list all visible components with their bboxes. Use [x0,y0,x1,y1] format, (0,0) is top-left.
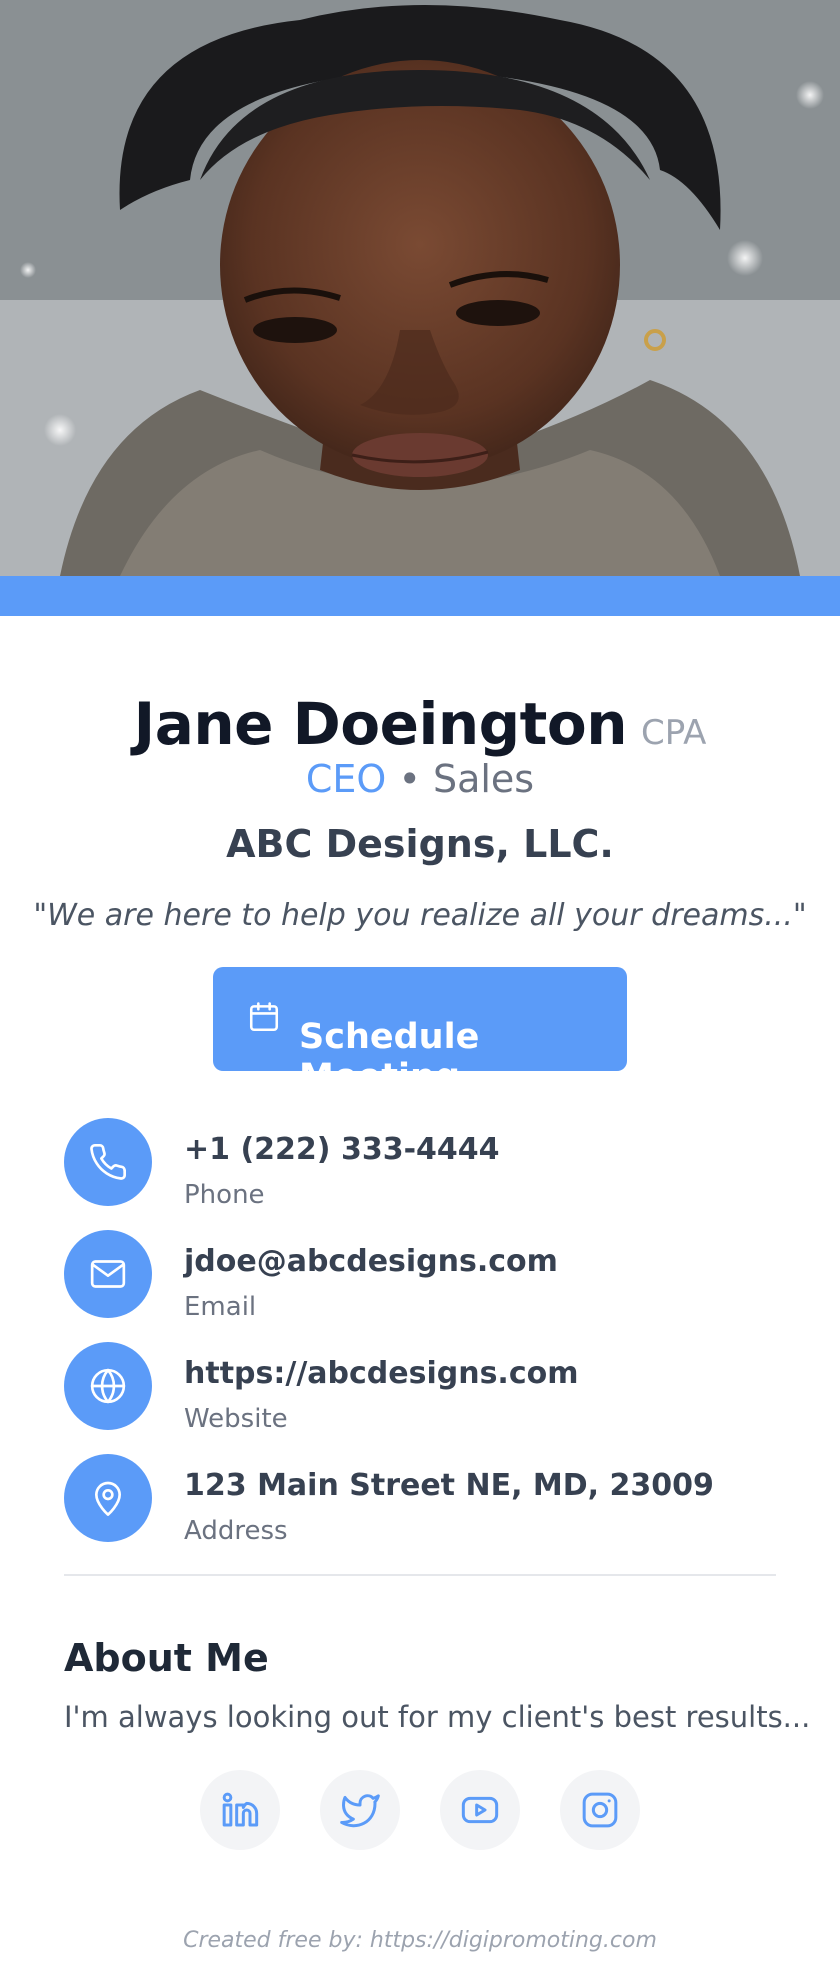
company-name: ABC Designs, LLC. [226,822,614,866]
twitter-button[interactable] [320,1770,400,1850]
mail-icon [90,1260,126,1288]
address-value: 123 Main Street NE, MD, 23009 [184,1468,714,1503]
profile-photo [0,0,840,576]
map-pin-icon-circle [64,1454,152,1542]
map-pin-icon [95,1481,121,1516]
title-separator: • [398,757,421,801]
calendar-icon [249,1002,279,1032]
schedule-meeting-label: Schedule Meeting [299,1017,480,1097]
about-text: I'm always looking out for my client's b… [64,1700,811,1734]
department: Sales [432,757,535,801]
contact-address[interactable]: 123 Main Street NE, MD, 23009 Address [64,1454,784,1546]
phone-value: +1 (222) 333-4444 [184,1132,500,1167]
job-role: CEO [305,757,387,801]
tagline: "We are here to help you realize all you… [33,898,807,933]
name-row: Jane Doeington CPA [0,690,840,758]
footer-credit[interactable]: Created free by: https://digipromoting.c… [0,1928,840,1953]
linkedin-button[interactable] [200,1770,280,1850]
credential: CPA [641,713,707,753]
twitter-icon [340,1794,380,1828]
globe-icon-circle [64,1342,152,1430]
phone-icon-circle [64,1118,152,1206]
contact-website[interactable]: https://abcdesigns.com Website [64,1342,784,1434]
instagram-icon [582,1792,618,1828]
profile-name: Jane Doeington [133,690,628,758]
youtube-button[interactable] [440,1770,520,1850]
mail-icon-circle [64,1230,152,1318]
globe-icon [90,1368,126,1404]
contact-phone[interactable]: +1 (222) 333-4444 Phone [64,1118,784,1210]
address-label: Address [184,1516,288,1546]
divider [64,1574,776,1576]
email-label: Email [184,1292,257,1322]
website-label: Website [184,1404,288,1434]
schedule-meeting-button[interactable]: Schedule Meeting [213,967,627,1097]
instagram-button[interactable] [560,1770,640,1850]
phone-label: Phone [184,1180,265,1210]
linkedin-icon [222,1792,259,1827]
about-heading: About Me [64,1636,269,1680]
contact-email[interactable]: jdoe@abcdesigns.com Email [64,1230,784,1322]
youtube-icon [461,1796,499,1824]
email-value: jdoe@abcdesigns.com [184,1244,558,1279]
phone-icon [90,1143,127,1180]
title-row: CEO • Sales [0,757,840,801]
accent-bar [0,576,840,616]
website-value: https://abcdesigns.com [184,1356,579,1391]
